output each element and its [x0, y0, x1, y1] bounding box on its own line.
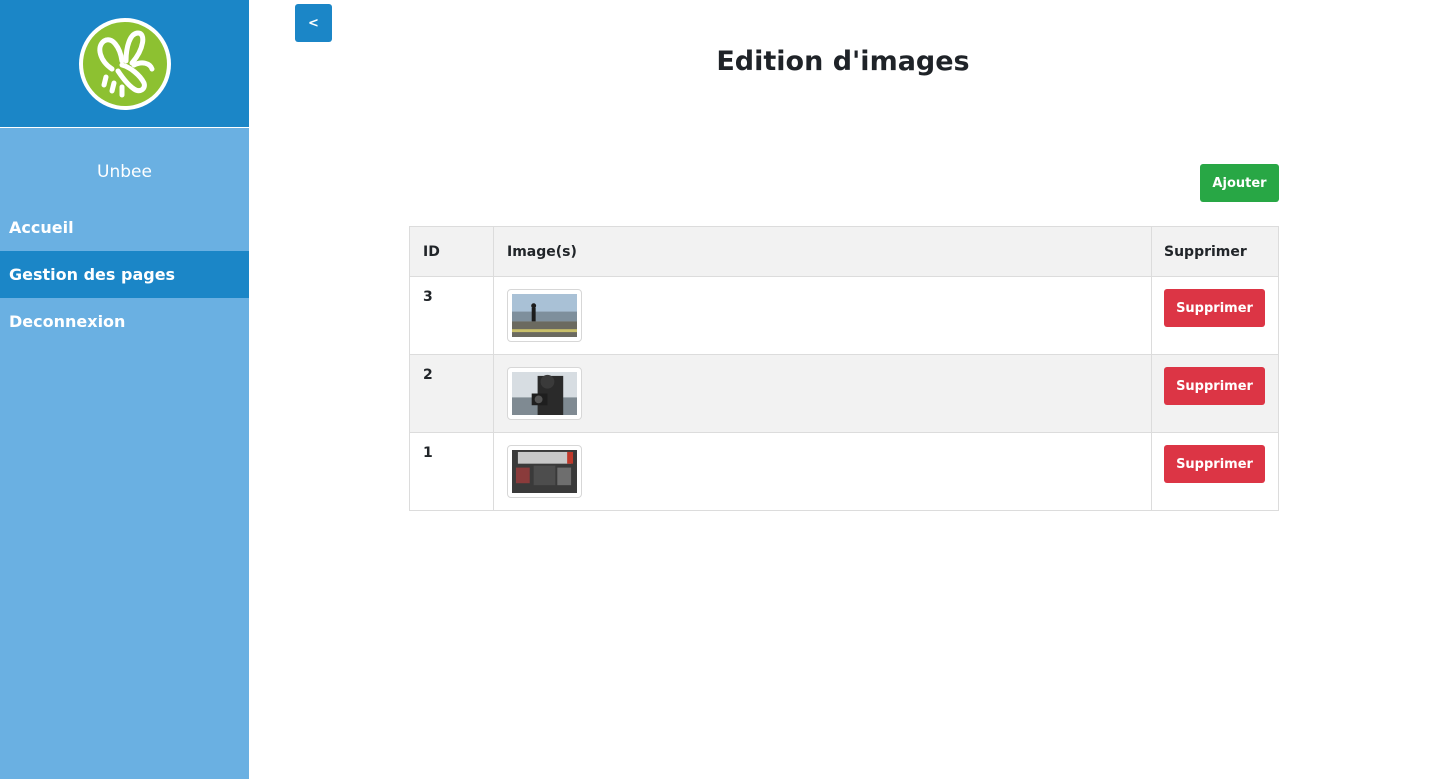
image-thumbnail[interactable] [507, 367, 582, 420]
sidebar-nav: Accueil Gestion des pages Deconnexion [0, 204, 249, 345]
sidebar-item-deconnexion[interactable]: Deconnexion [0, 298, 249, 345]
row-image-cell [493, 432, 1152, 511]
image-thumbnail[interactable] [507, 445, 582, 498]
row-image-cell [493, 276, 1152, 355]
row-id: 2 [409, 354, 494, 433]
row-id: 3 [409, 276, 494, 355]
sidebar: Unbee Accueil Gestion des pages Deconnex… [0, 0, 249, 779]
delete-button[interactable]: Supprimer [1164, 289, 1265, 327]
sidebar-toggle-button[interactable]: < [295, 4, 332, 42]
row-image-cell [493, 354, 1152, 433]
row-id: 1 [409, 432, 494, 511]
delete-button[interactable]: Supprimer [1164, 445, 1265, 483]
column-header-delete: Supprimer [1151, 226, 1279, 277]
row-delete-cell: Supprimer [1151, 354, 1279, 433]
page-title: Edition d'images [716, 46, 970, 77]
images-table: ID Image(s) Supprimer 3 Supprimer 2 Supp… [409, 226, 1279, 511]
main-content: < Edition d'images Ajouter ID Image(s) S… [249, 0, 1437, 779]
add-button[interactable]: Ajouter [1200, 164, 1279, 202]
table-row: 3 Supprimer [409, 276, 1279, 355]
image-thumbnail[interactable] [507, 289, 582, 342]
sidebar-header [0, 0, 249, 128]
sidebar-item-gestion-des-pages[interactable]: Gestion des pages [0, 251, 249, 298]
column-header-id: ID [409, 226, 494, 277]
bee-logo-icon[interactable] [78, 17, 171, 110]
table-header-row: ID Image(s) Supprimer [409, 226, 1279, 277]
column-header-images: Image(s) [493, 226, 1152, 277]
table-row: 2 Supprimer [409, 354, 1279, 433]
sidebar-item-accueil[interactable]: Accueil [0, 204, 249, 251]
row-delete-cell: Supprimer [1151, 276, 1279, 355]
sidebar-brand: Unbee [97, 162, 152, 182]
row-delete-cell: Supprimer [1151, 432, 1279, 511]
delete-button[interactable]: Supprimer [1164, 367, 1265, 405]
table-row: 1 Supprimer [409, 432, 1279, 511]
